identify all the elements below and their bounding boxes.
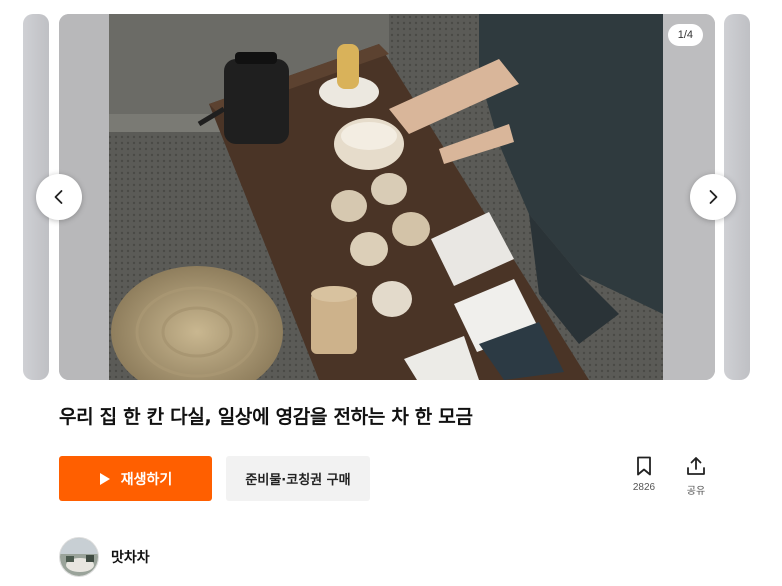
- carousel-next-button[interactable]: [690, 174, 736, 220]
- author-profile[interactable]: 맛차차: [59, 537, 150, 577]
- author-name[interactable]: 맛차차: [111, 547, 150, 567]
- share-icon: [687, 457, 705, 475]
- buy-button-label: 준비물·코칭권 구매: [245, 473, 351, 488]
- bookmark-count: 2826: [632, 482, 656, 493]
- page-title: 우리 집 한 칸 다실, 일상에 영감을 전하는 차 한 모금: [59, 406, 473, 428]
- bookmark-button[interactable]: 2826: [624, 456, 664, 493]
- play-button[interactable]: 재생하기: [59, 456, 212, 501]
- carousel-main-image: 1/4: [59, 14, 715, 380]
- buy-supplies-button[interactable]: 준비물·코칭권 구매: [226, 456, 370, 501]
- slide-counter: 1/4: [667, 24, 703, 46]
- chevron-right-icon: [709, 190, 718, 204]
- share-label: 공유: [686, 486, 706, 497]
- share-button[interactable]: 공유: [676, 456, 716, 497]
- bookmark-icon: [637, 456, 651, 476]
- tea-ceremony-photo: [59, 14, 715, 380]
- play-icon: [99, 472, 110, 485]
- chevron-left-icon: [54, 190, 63, 204]
- avatar[interactable]: [59, 537, 99, 577]
- play-button-label: 재생하기: [120, 471, 173, 488]
- carousel-prev-button[interactable]: [36, 174, 82, 220]
- image-carousel[interactable]: 1/4: [0, 0, 782, 390]
- avatar-image: [60, 538, 98, 576]
